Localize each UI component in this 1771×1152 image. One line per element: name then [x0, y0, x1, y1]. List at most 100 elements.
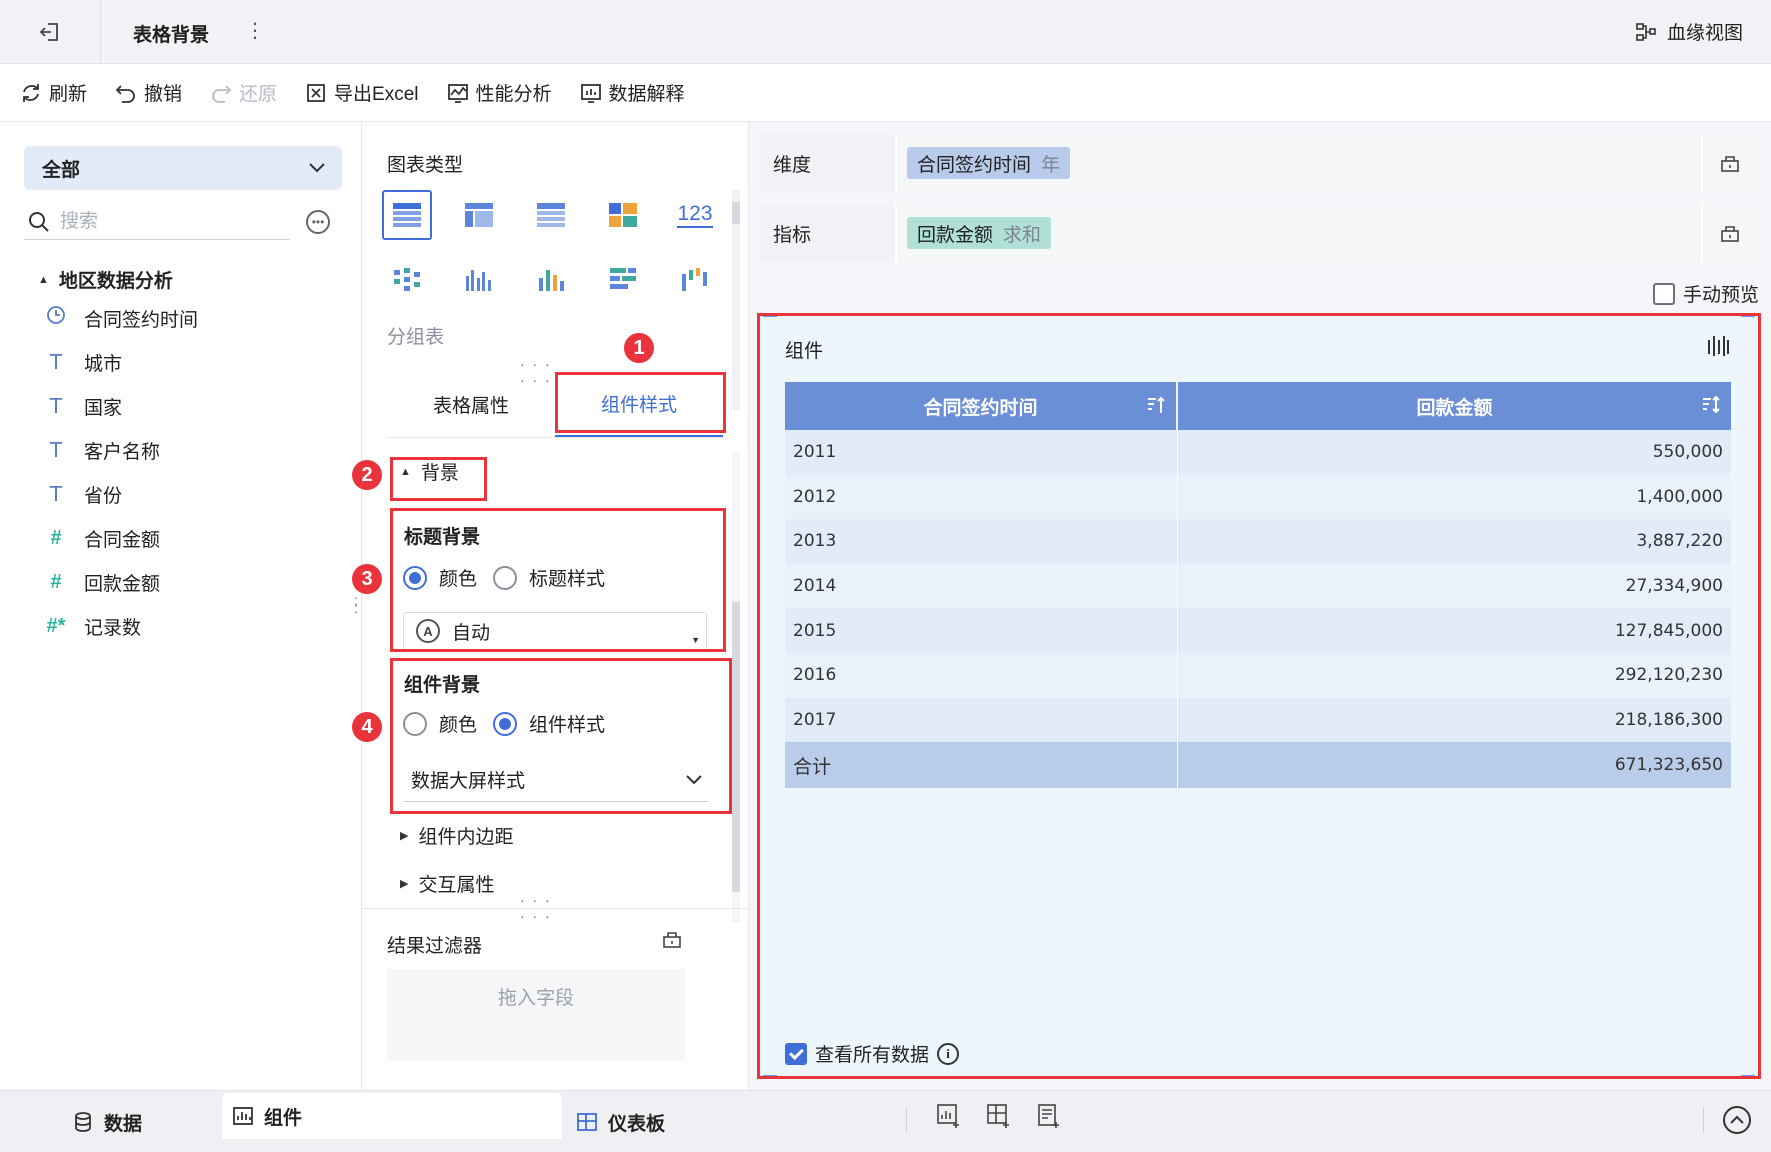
- tab-table-properties[interactable]: 表格属性: [387, 372, 555, 437]
- annotation-marker-2: 2: [352, 460, 382, 490]
- grouped-column-chart-icon[interactable]: [454, 254, 504, 304]
- crosstab-chart-icon[interactable]: [454, 190, 504, 240]
- field-label: 客户名称: [84, 441, 161, 463]
- lock-icon[interactable]: [662, 929, 682, 955]
- scroll-thumb[interactable]: [732, 602, 740, 892]
- manual-preview-toggle[interactable]: 手动预览: [1652, 280, 1759, 307]
- manual-preview-label: 手动预览: [1682, 285, 1759, 306]
- waterfall-chart-icon[interactable]: [670, 254, 720, 304]
- config-scrollbar[interactable]: [732, 452, 740, 922]
- pill-field-name: 合同签约时间: [917, 154, 1032, 176]
- dimension-drop-area[interactable]: 合同签约时间 年: [897, 134, 1701, 192]
- field-item[interactable]: T 城市: [44, 340, 198, 384]
- redo-label: 还原: [239, 84, 278, 105]
- dimension-shelf: 维度 合同签约时间 年: [761, 134, 1757, 192]
- field-label: 合同签约时间: [84, 309, 199, 331]
- measure-pill[interactable]: 回款金额 求和: [907, 217, 1052, 249]
- filter-drop-zone[interactable]: 拖入字段: [387, 969, 685, 1061]
- field-item[interactable]: #* 记录数: [44, 604, 198, 648]
- refresh-label: 刷新: [49, 84, 88, 105]
- text-type-icon: T: [49, 438, 63, 462]
- field-item[interactable]: T 客户名称: [44, 428, 198, 472]
- dataset-name: 地区数据分析: [58, 271, 173, 292]
- number-type-icon: #: [50, 570, 62, 593]
- text-type-icon: T: [49, 350, 63, 374]
- lock-icon: [1721, 226, 1739, 242]
- field-item[interactable]: T 国家: [44, 384, 198, 428]
- interaction-section-label: 交互属性: [418, 875, 495, 896]
- tab-dashboard[interactable]: 仪表板: [576, 1091, 665, 1152]
- detail-table-chart-icon[interactable]: [526, 190, 576, 240]
- tab-label: 组件: [264, 1107, 303, 1129]
- add-report-icon[interactable]: [1036, 1103, 1062, 1129]
- component-chart-icon: [233, 1107, 253, 1125]
- add-dashboard-icon[interactable]: [986, 1103, 1012, 1129]
- measure-lock-button[interactable]: [1701, 204, 1757, 262]
- vertical-resize-handle-icon[interactable]: ::: [354, 593, 364, 615]
- measure-drop-area[interactable]: 回款金额 求和: [897, 204, 1701, 262]
- field-label: 回款金额: [84, 573, 161, 595]
- tab-label: 仪表板: [608, 1113, 666, 1135]
- performance-analysis-button[interactable]: 性能分析: [447, 79, 552, 106]
- title-separator: [100, 0, 101, 64]
- refresh-button[interactable]: 刷新: [20, 79, 87, 106]
- collapse-panel-button[interactable]: [1723, 1106, 1751, 1134]
- tab-label: 数据: [104, 1113, 143, 1135]
- undo-button[interactable]: 撤销: [115, 79, 182, 106]
- scope-value: 全部: [42, 159, 81, 181]
- text-type-icon: T: [49, 482, 63, 506]
- annotation-marker-4: 4: [352, 712, 382, 742]
- more-menu-button[interactable]: ⋮: [245, 18, 265, 43]
- data-explain-label: 数据解释: [608, 84, 685, 105]
- scope-dropdown[interactable]: 全部: [24, 146, 342, 190]
- more-options-icon[interactable]: •••: [306, 210, 330, 234]
- data-explain-icon: [580, 83, 601, 103]
- dataset-node[interactable]: ▲ 地区数据分析: [38, 266, 173, 293]
- field-item[interactable]: # 回款金额: [44, 560, 198, 604]
- kpi-grid-chart-icon[interactable]: [598, 190, 648, 240]
- redo-icon: [212, 84, 232, 103]
- grouped-table-chart-icon[interactable]: [382, 190, 432, 240]
- back-button[interactable]: [30, 18, 70, 46]
- indicator-card-chart-icon[interactable]: 123: [670, 190, 720, 240]
- padding-section-header[interactable]: ▶ 组件内边距: [400, 822, 513, 849]
- field-item[interactable]: # 合同金额: [44, 516, 198, 560]
- caret-right-icon: ▶: [400, 878, 409, 890]
- add-component-icon[interactable]: [936, 1103, 962, 1129]
- tab-component[interactable]: 组件: [222, 1093, 562, 1139]
- export-label: 导出Excel: [334, 84, 419, 105]
- chart-type-scrollbar[interactable]: [732, 190, 740, 410]
- chart-type-name: 分组表: [387, 327, 445, 348]
- dimension-pill[interactable]: 合同签约时间 年: [907, 147, 1071, 179]
- annotation-box-4: [390, 658, 732, 814]
- annotation-box-3: [390, 508, 726, 652]
- lineage-icon: [1636, 22, 1656, 41]
- lineage-view-button[interactable]: 血缘视图: [1635, 18, 1743, 45]
- search-icon: [29, 211, 49, 232]
- dimension-lock-button[interactable]: [1701, 134, 1757, 192]
- scatter-bar-chart-icon[interactable]: [382, 254, 432, 304]
- bar-chart-icon[interactable]: [598, 254, 648, 304]
- caret-down-icon: ▲: [38, 273, 49, 286]
- redo-button[interactable]: 还原: [210, 79, 277, 106]
- data-explain-button[interactable]: 数据解释: [580, 79, 685, 106]
- annotation-marker-3: 3: [352, 564, 382, 594]
- scroll-thumb[interactable]: [732, 202, 740, 224]
- caret-right-icon: ▶: [400, 830, 409, 842]
- export-excel-button[interactable]: 导出Excel: [305, 79, 419, 106]
- chevron-down-icon: [309, 163, 325, 173]
- column-chart-icon[interactable]: [526, 254, 576, 304]
- interaction-section-header[interactable]: ▶ 交互属性: [400, 870, 494, 897]
- field-list: 合同签约时间 T 城市 T 国家 T 客户名称 T 省份 # 合同金额 # 回款…: [44, 296, 198, 648]
- tab-data[interactable]: 数据: [72, 1091, 142, 1152]
- bottom-separator: [1703, 1107, 1704, 1133]
- pill-field-name: 回款金额: [917, 224, 994, 246]
- field-item[interactable]: T 省份: [44, 472, 198, 516]
- lineage-label: 血缘视图: [1666, 23, 1743, 44]
- field-label: 省份: [84, 485, 123, 507]
- dashboard-icon: [577, 1113, 597, 1131]
- annotation-box-widget: [757, 313, 1761, 1079]
- search-input[interactable]: [60, 210, 260, 233]
- field-item[interactable]: 合同签约时间: [44, 296, 198, 340]
- field-label: 记录数: [84, 617, 142, 639]
